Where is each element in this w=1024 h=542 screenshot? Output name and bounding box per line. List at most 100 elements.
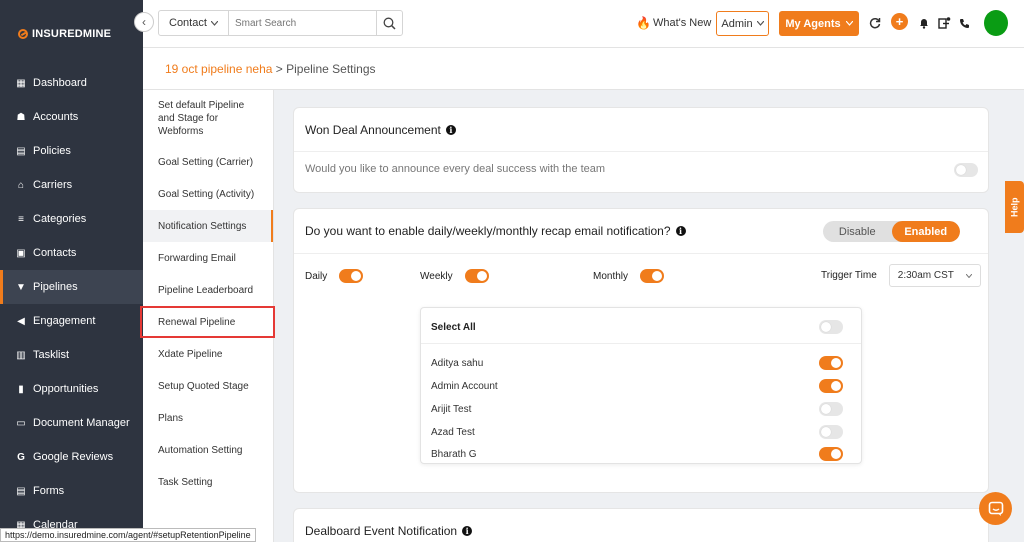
divider xyxy=(294,253,988,254)
help-label: Help xyxy=(1009,197,1020,217)
agent-toggle[interactable] xyxy=(819,447,843,461)
sidebar-item-contacts[interactable]: ▣ Contacts xyxy=(0,236,143,270)
menu-item-renewal-pipeline[interactable]: Renewal Pipeline xyxy=(140,306,275,338)
megaphone-icon: ◀ xyxy=(17,315,25,327)
agent-toggle[interactable] xyxy=(819,425,843,439)
sidebar-collapse-button[interactable]: ‹ xyxy=(134,12,154,32)
agent-toggle[interactable] xyxy=(819,356,843,370)
sidebar-item-label: Accounts xyxy=(33,111,79,123)
search-button[interactable] xyxy=(376,11,402,35)
tasklist-icon: ▥ xyxy=(16,349,26,361)
menu-item-automation-setting[interactable]: Automation Setting xyxy=(143,434,273,466)
user-avatar[interactable] xyxy=(984,10,1008,36)
divider xyxy=(421,343,861,344)
recap-title-row: Do you want to enable daily/weekly/month… xyxy=(305,224,686,238)
chevron-down-icon xyxy=(845,21,853,26)
sidebar-item-carriers[interactable]: ⌂ Carriers xyxy=(0,168,143,202)
search-input[interactable] xyxy=(229,11,376,35)
menu-item-setup-quoted-stage[interactable]: Setup Quoted Stage xyxy=(143,370,273,402)
info-icon[interactable]: i xyxy=(462,526,473,536)
my-agents-button[interactable]: My Agents xyxy=(779,11,859,36)
menu-item-goal-activity[interactable]: Goal Setting (Activity) xyxy=(143,178,273,210)
sidebar-item-document-manager[interactable]: ▭ Document Manager xyxy=(0,406,143,440)
select-all-row[interactable]: Select All xyxy=(431,320,843,334)
search-type-select[interactable]: Contact xyxy=(159,11,229,35)
weekly-label: Weekly xyxy=(420,270,453,282)
sidebar-item-label: Carriers xyxy=(33,179,73,191)
agent-toggle[interactable] xyxy=(819,379,843,393)
recap-enable-switch: Disable Enabled xyxy=(823,221,960,242)
dealboard-title: Dealboard Event Notification xyxy=(305,524,458,538)
breadcrumb-separator: > xyxy=(272,61,287,76)
sidebar-item-forms[interactable]: ▤ Forms xyxy=(0,474,143,508)
chevron-left-icon: ‹ xyxy=(142,15,146,29)
refresh-icon[interactable] xyxy=(867,15,883,31)
sidebar-item-categories[interactable]: ≡ Categories xyxy=(0,202,143,236)
dealboard-title-row: Dealboard Event Notification i xyxy=(305,524,473,538)
monthly-toggle[interactable] xyxy=(640,269,665,283)
forms-icon: ▤ xyxy=(16,485,26,497)
breadcrumb-pipeline-link[interactable]: 19 oct pipeline neha xyxy=(165,62,272,76)
sidebar-item-label: Document Manager xyxy=(33,417,130,429)
menu-item-forwarding-email[interactable]: Forwarding Email xyxy=(143,242,273,274)
info-icon[interactable]: i xyxy=(445,125,456,135)
menu-item-default-pipeline[interactable]: Set default Pipeline and Stage for Webfo… xyxy=(143,90,273,146)
help-tab[interactable]: Help xyxy=(1005,181,1024,233)
chat-button[interactable] xyxy=(979,492,1012,525)
sidebar-item-label: Forms xyxy=(33,485,65,497)
menu-item-pipeline-leaderboard[interactable]: Pipeline Leaderboard xyxy=(143,274,273,306)
breadcrumb: 19 oct pipeline neha > Pipeline Settings xyxy=(143,48,1024,90)
menu-item-plans[interactable]: Plans xyxy=(143,402,273,434)
brand-logo[interactable]: INSUREDMINE xyxy=(18,28,111,40)
sidebar-item-label: Google Reviews xyxy=(33,451,114,463)
agent-name: Azad Test xyxy=(431,426,475,438)
won-deal-title: Won Deal Announcement xyxy=(305,123,441,137)
daily-toggle[interactable] xyxy=(339,269,364,283)
chat-icon xyxy=(988,501,1003,516)
enabled-option[interactable]: Enabled xyxy=(891,221,960,242)
sidebar-item-google-reviews[interactable]: G Google Reviews xyxy=(0,440,143,474)
info-icon[interactable]: i xyxy=(675,226,686,236)
recap-title: Do you want to enable daily/weekly/month… xyxy=(305,224,671,238)
flame-icon: 🔥 xyxy=(636,16,651,30)
admin-role-select[interactable]: Admin xyxy=(716,11,769,36)
add-button[interactable]: + xyxy=(891,13,908,30)
whats-new-link[interactable]: 🔥 What's New xyxy=(636,16,711,30)
sidebar-item-engagement[interactable]: ◀ Engagement xyxy=(0,304,143,338)
folder-icon: ▭ xyxy=(16,417,26,429)
bell-icon[interactable] xyxy=(916,15,932,31)
categories-icon: ≡ xyxy=(18,213,24,225)
recap-email-card: Do you want to enable daily/weekly/month… xyxy=(293,208,989,493)
agent-toggle[interactable] xyxy=(819,402,843,416)
logout-icon[interactable] xyxy=(936,15,952,31)
sidebar-item-dashboard[interactable]: ▦ Dashboard xyxy=(0,66,143,100)
sidebar-item-label: Opportunities xyxy=(33,383,99,395)
won-deal-toggle[interactable] xyxy=(954,163,978,177)
agent-name: Aditya sahu xyxy=(431,357,484,369)
sidebar-item-label: Policies xyxy=(33,145,71,157)
menu-item-notification-settings[interactable]: Notification Settings xyxy=(143,210,273,242)
sidebar-item-policies[interactable]: ▤ Policies xyxy=(0,134,143,168)
carriers-icon: ⌂ xyxy=(17,179,25,191)
admin-role-label: Admin xyxy=(721,17,753,30)
disable-option[interactable]: Disable xyxy=(823,221,892,242)
menu-item-xdate-pipeline[interactable]: Xdate Pipeline xyxy=(143,338,273,370)
sidebar-item-opportunities[interactable]: ▮ Opportunities xyxy=(0,372,143,406)
weekly-toggle[interactable] xyxy=(464,269,489,283)
select-all-toggle[interactable] xyxy=(819,320,843,334)
agent-row: Azad Test xyxy=(431,425,843,439)
menu-item-goal-carrier[interactable]: Goal Setting (Carrier) xyxy=(143,146,273,178)
sidebar-item-label: Dashboard xyxy=(33,77,87,89)
sidebar-item-accounts[interactable]: ☗ Accounts xyxy=(0,100,143,134)
search-icon xyxy=(383,17,396,30)
breadcrumb-current: Pipeline Settings xyxy=(286,61,376,76)
agent-selection-list: Select All Aditya sahu Admin Account Ari… xyxy=(420,307,862,464)
trigger-time-select[interactable]: 2:30am CST xyxy=(888,264,981,287)
phone-icon[interactable] xyxy=(956,15,972,31)
sidebar-item-tasklist[interactable]: ▥ Tasklist xyxy=(0,338,143,372)
weekly-setting: Weekly xyxy=(420,269,489,283)
menu-item-task-setting[interactable]: Task Setting xyxy=(143,466,273,498)
agent-name: Arijit Test xyxy=(431,403,472,415)
top-bar: Contact 🔥 What's New Admin My Agents + xyxy=(143,0,1024,48)
sidebar-item-pipelines[interactable]: ▼ Pipelines xyxy=(0,270,143,304)
